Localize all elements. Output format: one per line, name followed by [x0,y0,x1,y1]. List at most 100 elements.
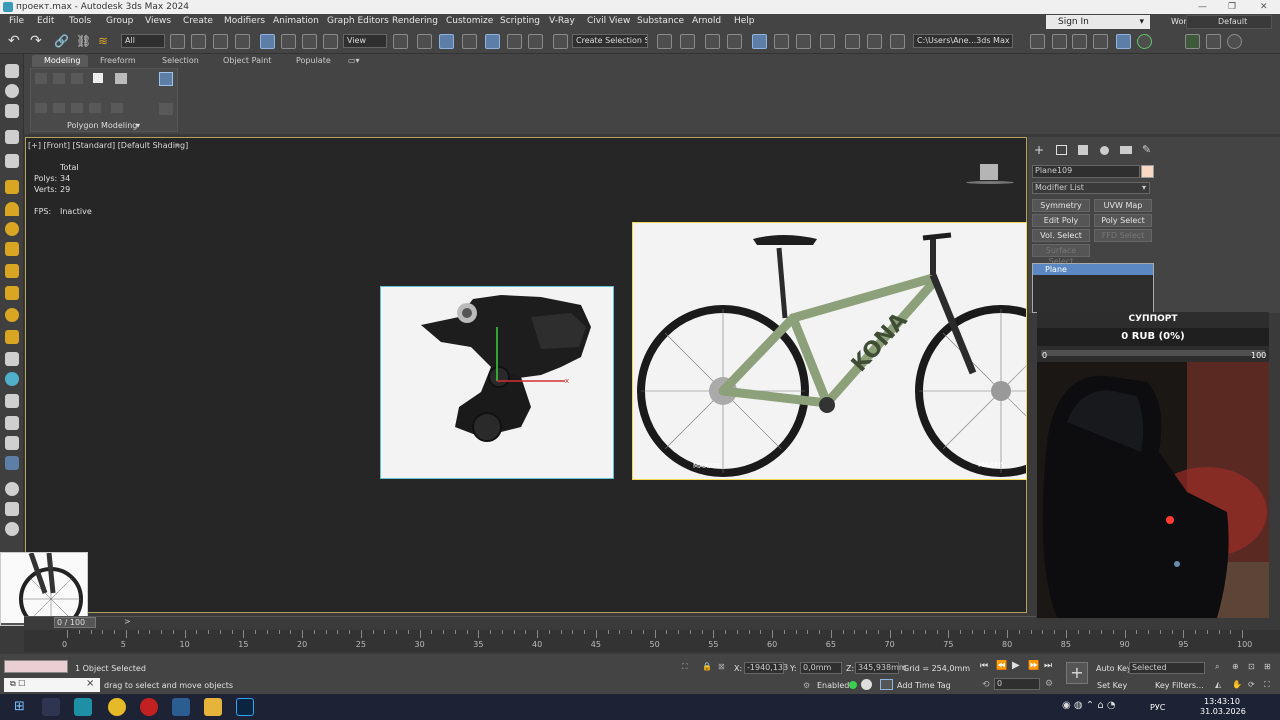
time-slider[interactable]: 0 / 100 > [24,616,1036,628]
ribbon-tool-6[interactable] [159,72,173,86]
schematic-view-icon[interactable] [796,34,811,49]
menu-file[interactable]: File [9,16,24,26]
unlink-icon[interactable]: ⛓ [76,34,91,48]
menu-group[interactable]: Group [106,16,133,26]
maximize-viewport-icon[interactable]: ⛶ [1264,680,1270,690]
tab-modeling[interactable]: Modeling [32,55,88,67]
ffd-select-button[interactable]: FFD Select [1094,229,1152,242]
ribbon-tool-7[interactable] [35,103,47,113]
bike-plane[interactable]: KONA MAXXIS MAXXIS [632,222,1027,480]
monitor-taskbar-icon[interactable] [172,698,190,716]
menu-help[interactable]: Help [734,16,755,26]
ribbon-tool-10[interactable] [89,103,101,113]
select-object-icon[interactable] [170,34,185,49]
mini-listener[interactable]: ⧉ ☐ × [4,678,100,692]
enabled-indicator[interactable] [849,681,857,689]
sun-icon[interactable] [5,308,19,322]
language-indicator[interactable]: РУС [1150,703,1165,712]
create-selection-set-select[interactable]: Create Selection Se [572,34,648,48]
select-manipulate-icon[interactable] [417,34,432,49]
display-tab-icon[interactable] [1120,146,1132,154]
key-mode-icon[interactable]: ⟲ [982,680,990,690]
scene-explorer-icon[interactable] [705,34,720,49]
tab-selection[interactable]: Selection [162,56,199,67]
filter-icon[interactable]: ⏷ [174,141,180,151]
next-frame-icon[interactable]: ⏩ [1028,661,1039,671]
video-icon[interactable] [5,154,19,168]
menu-views[interactable]: Views [145,16,171,26]
light-icon[interactable] [5,286,19,300]
project-folder-icon[interactable] [1030,34,1045,49]
ribbon-tool-5[interactable] [115,73,127,84]
derailleur-plane[interactable]: x [380,286,614,479]
view-cube-icon[interactable] [5,522,19,536]
symmetry-button[interactable]: Symmetry [1032,199,1090,212]
set-key-button[interactable]: Set Key [1097,681,1127,690]
spinner-snap-icon[interactable] [528,34,543,49]
box-icon[interactable] [5,352,19,366]
cloud-icon[interactable] [5,502,19,516]
check-icon[interactable] [1137,34,1152,49]
help-icon[interactable] [1227,34,1242,49]
lock-icon[interactable]: 🔒 [702,662,712,671]
ribbon-options-icon[interactable]: ▭▾ [348,56,360,67]
keyboard-shortcut-override-icon[interactable] [439,34,454,49]
z-coordinate-field[interactable]: 345,938mm [855,662,907,674]
menu-substance[interactable]: Substance [637,16,684,26]
select-and-place-icon[interactable] [323,34,338,49]
uvw-map-button[interactable]: UVW Map [1094,199,1152,212]
minimize-icon[interactable]: — [1198,0,1207,14]
vol-select-button[interactable]: Vol. Select [1032,229,1090,242]
view-cube[interactable] [966,164,1014,186]
layer-explorer-icon[interactable] [727,34,742,49]
menu-vray[interactable]: V-Ray [549,16,575,26]
tag-icon[interactable] [880,679,893,690]
active-plugin-icon[interactable] [5,456,19,470]
zoom-all-icon[interactable]: ⊕ [1232,662,1239,671]
clock-time[interactable]: 13:43:10 [1204,697,1240,706]
y-coordinate-field[interactable]: 0,0mm [800,662,842,674]
close-icon[interactable]: × [86,678,94,689]
ribbon-tool-1[interactable] [35,73,47,84]
plant-icon[interactable] [5,436,19,450]
ribbon-tool-12[interactable] [159,103,173,115]
render-production-icon[interactable] [890,34,905,49]
workspaces-select[interactable]: Default [1186,15,1272,29]
mirror-icon[interactable] [657,34,672,49]
explorer-taskbar-icon[interactable] [204,698,222,716]
substance-icon[interactable] [1185,34,1200,49]
ribbon-tool-8[interactable] [53,103,65,113]
maximize-icon[interactable]: ❐ [1228,0,1236,14]
select-by-name-icon[interactable] [191,34,206,49]
undo-icon[interactable]: ↶ [8,33,20,49]
key-set-select[interactable]: Selected [1129,662,1205,674]
create-tab-icon[interactable]: + [1034,143,1044,157]
lines-icon[interactable] [5,330,19,344]
lamp-icon[interactable] [5,264,19,278]
sphere-icon[interactable] [5,222,19,236]
settings-icon[interactable] [5,242,19,256]
absolute-mode-icon[interactable]: ⊠ [718,662,725,671]
menu-scripting[interactable]: Scripting [500,16,540,26]
x-coordinate-field[interactable]: -1940,133 [744,662,788,674]
modify-tab-icon[interactable] [1056,145,1067,155]
curve-editor-icon[interactable] [774,34,789,49]
layers-icon[interactable] [5,130,19,144]
object-name-field[interactable]: Plane109 [1032,165,1140,178]
clock-date[interactable]: 31.03.2026 [1200,707,1246,716]
time-tag-toggle-icon[interactable] [861,679,872,690]
tab-freeform[interactable]: Freeform [100,56,136,67]
project-path-field[interactable]: C:\Users\Ane...3ds Max 2024 [913,34,1013,48]
menu-edit[interactable]: Edit [37,16,54,26]
sign-in-button[interactable]: Sign In ▾ [1046,15,1150,29]
weather-icon[interactable] [42,698,60,716]
pivot-center-icon[interactable] [393,34,408,49]
camera-icon[interactable] [5,104,19,118]
ribbon-tool-3[interactable] [71,73,83,84]
rectangular-selection-icon[interactable] [213,34,228,49]
time-tag-icon[interactable]: ⚙ [803,681,810,690]
tab-object-paint[interactable]: Object Paint [223,56,271,67]
isolate-icon[interactable]: ⛶ [682,662,688,672]
stack-item-plane[interactable]: Plane [1033,264,1153,275]
material-ball-icon[interactable] [5,482,19,496]
